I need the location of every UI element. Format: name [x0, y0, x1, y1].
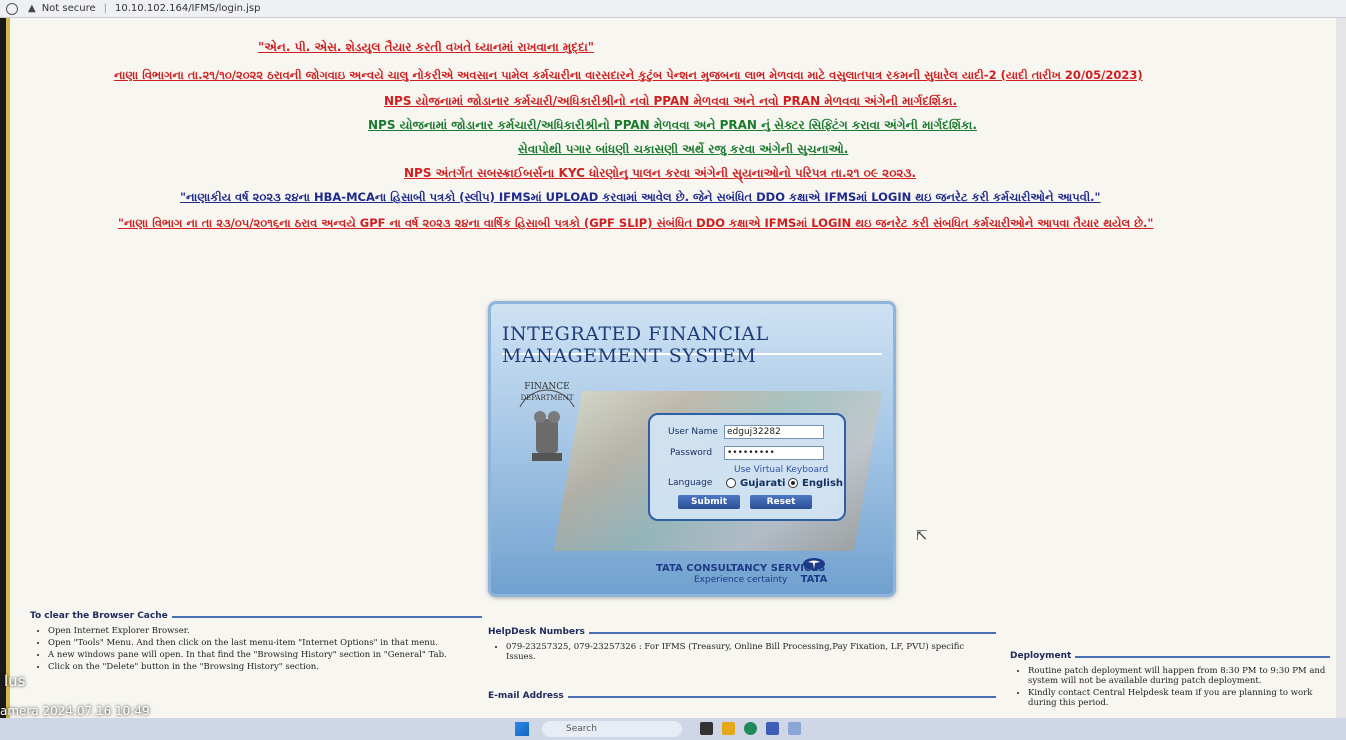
warning-icon: ▲: [28, 3, 36, 14]
app-icon[interactable]: [788, 722, 801, 735]
virtual-keyboard-link[interactable]: Use Virtual Keyboard: [734, 465, 828, 475]
tata-text: TATA: [800, 574, 828, 585]
taskbar-search[interactable]: Search: [542, 721, 682, 737]
url-text[interactable]: 10.10.102.164/IFMS/login.jsp: [115, 3, 260, 14]
notice-link-2[interactable]: નાણા વિભાગના તા.૨૧/૧૦/૨૦૨૨ ઠરાવની જોગવાઇ…: [114, 68, 1143, 83]
svg-text:FINANCE: FINANCE: [524, 382, 570, 392]
file-explorer-icon[interactable]: [722, 722, 735, 735]
gujarati-label: Gujarati: [740, 478, 786, 489]
submit-button[interactable]: Submit: [678, 495, 740, 509]
tcs-tagline: Experience certainty: [693, 575, 788, 585]
screen: ▲ Not secure | 10.10.102.164/IFMS/login.…: [0, 0, 1346, 740]
username-input[interactable]: edguj32282: [724, 425, 824, 439]
email-section: E-mail Address: [488, 691, 996, 701]
cache-step: Click on the "Delete" button in the "Bro…: [48, 662, 482, 672]
helpdesk-box: HelpDesk Numbers 079-23257325, 079-23257…: [488, 627, 996, 718]
username-label: User Name: [668, 427, 718, 437]
password-label: Password: [670, 448, 713, 458]
cache-box-title: To clear the Browser Cache: [30, 611, 172, 621]
windows-start-icon[interactable]: [515, 722, 529, 736]
camera-timestamp: amera 2024.07.16 10:49: [0, 704, 150, 718]
page-content: "એન. પી. એસ. શેડયુલ તૈયાર કરતી વખતે ધ્યા…: [6, 18, 1336, 718]
tata-emblem-icon: [803, 558, 825, 570]
notice-link-1[interactable]: "એન. પી. એસ. શેડયુલ તૈયાર કરતી વખતે ધ્યા…: [258, 40, 594, 55]
ifms-login-panel: INTEGRATED FINANCIAL MANAGEMENT SYSTEM F…: [488, 301, 896, 597]
language-label: Language: [668, 478, 713, 488]
deployment-title: Deployment: [1010, 651, 1076, 661]
notice-link-7[interactable]: "નાણાકીય વર્ષ ૨૦૨૩ ૨૪ના HBA-MCAના હિસાબી…: [180, 190, 1101, 205]
camera-brand: lus: [4, 672, 26, 690]
english-label: English: [802, 478, 844, 489]
deployment-box: Deployment Routine patch deployment will…: [1010, 651, 1330, 718]
finance-department-emblem: FINANCE DEPARTMENT: [512, 373, 582, 493]
ifms-title: INTEGRATED FINANCIAL MANAGEMENT SYSTEM: [502, 323, 882, 367]
login-form: User Name edguj32282 Password ••••••••• …: [648, 413, 846, 521]
mouse-cursor-icon: ⇱: [916, 528, 928, 544]
divider: |: [103, 3, 108, 14]
reset-button[interactable]: Reset: [750, 495, 812, 509]
browser-icon[interactable]: [744, 722, 757, 735]
deployment-note: Routine patch deployment will happen fro…: [1028, 666, 1330, 686]
notice-link-3[interactable]: NPS યોજનામાં જોડાનાર કર્મચારી/અધિકારીશ્ર…: [384, 94, 957, 109]
notice-link-6[interactable]: NPS અંતર્ગત સબસ્ક્રાઈબર્સના KYC ધોરણોનુ …: [404, 166, 916, 181]
notice-link-4[interactable]: NPS યોજનામાં જોડાનાર કર્મચારી/અધિકારીશ્ર…: [368, 118, 977, 133]
cache-step: Open Internet Explorer Browser.: [48, 626, 482, 636]
email-title: E-mail Address: [488, 691, 568, 701]
deployment-note: Kindly contact Central Helpdesk team if …: [1028, 688, 1330, 708]
password-input[interactable]: •••••••••: [724, 446, 824, 460]
browser-address-bar[interactable]: ▲ Not secure | 10.10.102.164/IFMS/login.…: [0, 0, 1346, 18]
cache-help-box: To clear the Browser Cache Open Internet…: [30, 611, 482, 716]
cache-step: A new windows pane will open. In that fi…: [48, 650, 482, 660]
scrollbar[interactable]: [1336, 18, 1346, 718]
notice-link-5[interactable]: સેવાપોથી પગાર બાંધણી ચકાસણી અર્થે રજુ કર…: [518, 142, 848, 157]
app-icon[interactable]: [766, 722, 779, 735]
helpdesk-title: HelpDesk Numbers: [488, 627, 589, 637]
gujarati-radio[interactable]: [726, 478, 736, 488]
reload-icon[interactable]: [6, 2, 18, 15]
windows-taskbar: Search: [0, 718, 1346, 740]
tata-logo: TATA: [796, 557, 832, 585]
helpdesk-number: 079-23257325, 079-23257326 : For IFMS (T…: [506, 642, 996, 662]
cache-step: Open "Tools" Menu. And then click on the…: [48, 638, 482, 648]
notice-link-8[interactable]: "નાણા વિભાગ ના તા ૨૩/૦૫/૨૦૧૬ના ઠરાવ અન્વ…: [118, 216, 1153, 231]
english-radio[interactable]: [788, 478, 798, 488]
security-label: Not secure: [41, 3, 96, 14]
svg-text:DEPARTMENT: DEPARTMENT: [521, 394, 574, 402]
task-view-icon[interactable]: [700, 722, 713, 735]
